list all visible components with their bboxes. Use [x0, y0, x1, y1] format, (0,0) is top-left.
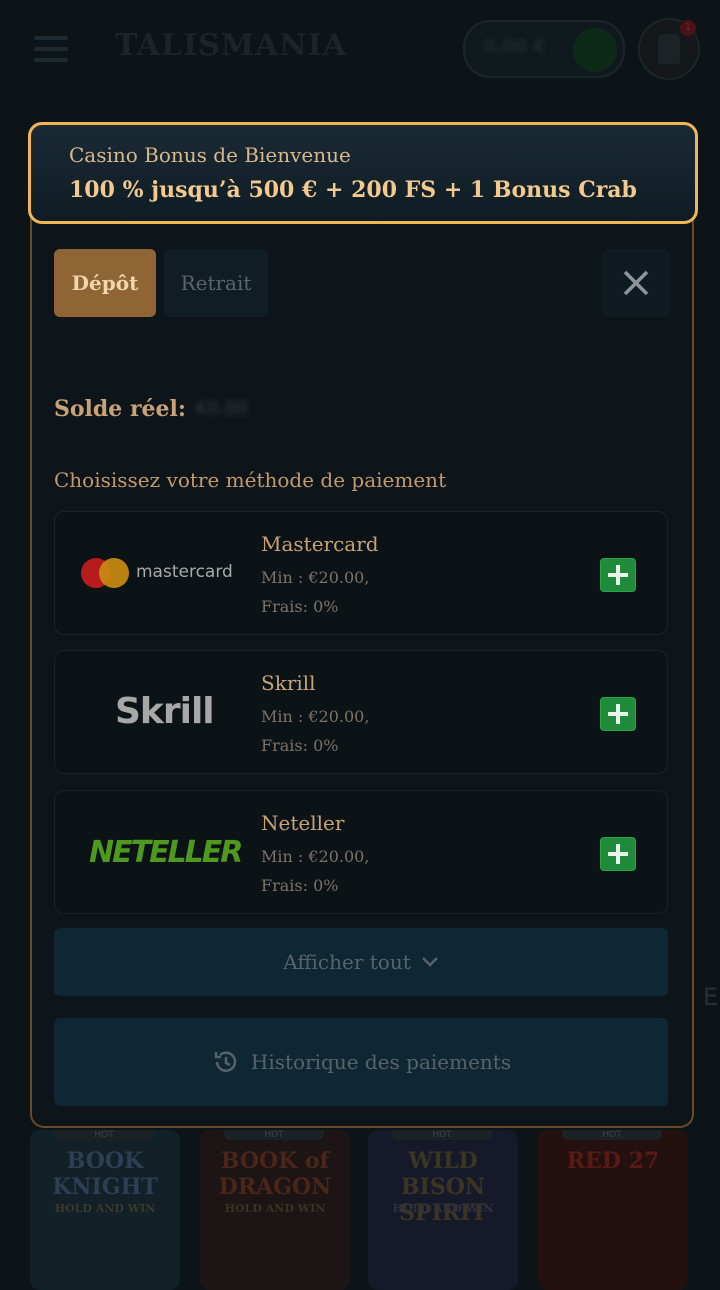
game-tile[interactable]: HOT RED 27: [538, 1130, 688, 1290]
close-icon: [623, 270, 649, 296]
mastercard-logo: mastercard: [81, 556, 251, 590]
game-tile[interactable]: HOT BOOK KNIGHT HOLD AND WIN: [30, 1130, 180, 1290]
payment-history-button[interactable]: Historique des paiements: [54, 1018, 668, 1106]
chevron-down-icon: [421, 957, 438, 967]
skrill-logo: Skrill: [115, 691, 215, 732]
method-fee: Frais: 0%: [261, 736, 339, 755]
game-title: RED 27: [566, 1148, 660, 1174]
payment-method-neteller[interactable]: NETELLER Neteller Min : €20.00, Frais: 0…: [54, 790, 668, 914]
method-min: Min : €20.00,: [261, 707, 370, 726]
method-name: Neteller: [261, 811, 345, 835]
bonus-title: Casino Bonus de Bienvenue: [69, 143, 351, 167]
user-icon: [658, 34, 680, 64]
game-tag: HOT: [392, 1130, 492, 1140]
payment-prompt: Choisissez votre méthode de paiement: [54, 468, 447, 492]
menu-icon[interactable]: [34, 36, 68, 62]
balance-value: €0.00: [196, 398, 248, 419]
method-min: Min : €20.00,: [261, 568, 370, 587]
add-icon[interactable]: [600, 837, 636, 871]
payment-method-mastercard[interactable]: mastercard Mastercard Min : €20.00, Frai…: [54, 511, 668, 635]
history-label: Historique des paiements: [250, 1050, 512, 1074]
close-button[interactable]: [602, 249, 670, 317]
tab-deposit[interactable]: Dépôt: [54, 249, 156, 317]
method-name: Skrill: [261, 671, 316, 695]
method-fee: Frais: 0%: [261, 876, 339, 895]
balance-label: Solde réel:: [54, 396, 187, 422]
method-min: Min : €20.00,: [261, 847, 370, 866]
top-bar: TALISMANIA 0,00 € 1: [0, 0, 720, 100]
tab-withdraw[interactable]: Retrait: [164, 249, 268, 317]
notification-badge: 1: [680, 20, 696, 36]
game-tile[interactable]: HOT BOOK of DRAGON HOLD AND WIN: [200, 1130, 350, 1290]
game-subtitle: HOLD AND WIN: [54, 1202, 156, 1215]
game-tag: HOT: [54, 1130, 154, 1140]
game-tag: HOT: [562, 1130, 662, 1140]
avatar[interactable]: 1: [638, 18, 700, 80]
game-subtitle: HOLD AND WIN: [392, 1202, 494, 1215]
method-fee: Frais: 0%: [261, 597, 339, 616]
bonus-offer: 100 % jusqu’à 500 € + 200 FS + 1 Bonus C…: [69, 177, 637, 203]
payment-method-skrill[interactable]: Skrill Skrill Min : €20.00, Frais: 0%: [54, 650, 668, 774]
balance-pill[interactable]: 0,00 €: [463, 20, 625, 78]
game-title: BOOK of DRAGON: [218, 1148, 332, 1200]
mastercard-logo-text: mastercard: [136, 562, 233, 582]
game-subtitle: HOLD AND WIN: [224, 1202, 326, 1215]
show-all-button[interactable]: Afficher tout: [54, 928, 668, 996]
history-icon: [214, 1051, 237, 1072]
bonus-banner[interactable]: Casino Bonus de Bienvenue 100 % jusqu’à …: [28, 122, 698, 224]
site-logo[interactable]: TALISMANIA: [115, 28, 347, 63]
neteller-logo: NETELLER: [89, 835, 243, 870]
game-tile[interactable]: HOT WILD BISON SPIRIT HOLD AND WIN: [368, 1130, 518, 1290]
game-title: BOOK KNIGHT: [52, 1148, 158, 1200]
game-tag: HOT: [224, 1130, 324, 1140]
background-text: E: [703, 983, 719, 1011]
header-balance: 0,00 €: [483, 36, 547, 57]
show-all-label: Afficher tout: [283, 950, 411, 974]
add-icon[interactable]: [600, 558, 636, 592]
method-name: Mastercard: [261, 532, 379, 556]
add-icon[interactable]: [600, 697, 636, 731]
coins-icon: [573, 28, 617, 72]
